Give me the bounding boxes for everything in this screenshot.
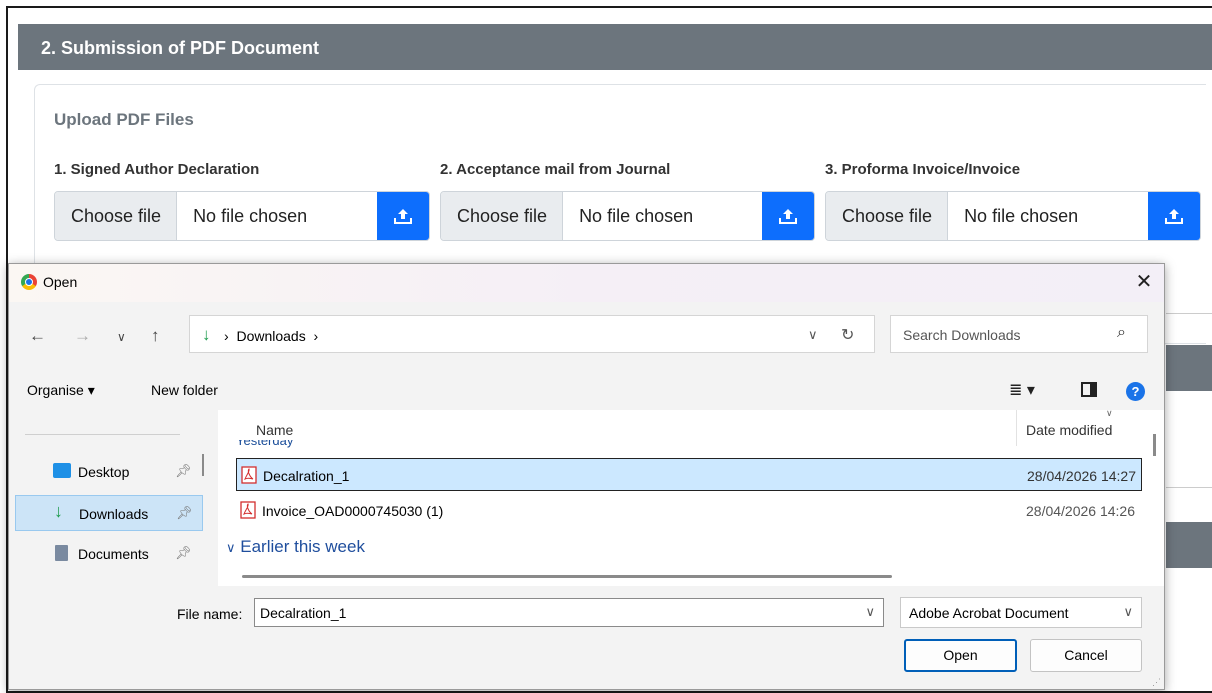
file-input-declaration[interactable]: Choose file No file chosen — [54, 191, 430, 241]
pin-icon[interactable]: 📌︎ — [176, 505, 193, 521]
organise-menu[interactable]: Organise ▾ — [27, 382, 95, 399]
file-row[interactable]: Invoice_OAD0000745030 (1) 28/04/2026 14:… — [236, 494, 1142, 527]
file-input-invoice[interactable]: Choose file No file chosen — [825, 191, 1201, 241]
column-date-modified[interactable]: Date modified — [1026, 422, 1112, 438]
group-header-partial: Yesterday — [236, 440, 294, 448]
column-header: Name ∨ Date modified — [218, 408, 1164, 446]
resize-grip-icon[interactable]: ⋰ — [1152, 677, 1161, 688]
section-header-partial — [1166, 522, 1212, 568]
file-row[interactable]: Decalration_1 28/04/2026 14:27 — [236, 458, 1142, 491]
documents-icon — [55, 545, 68, 561]
choose-file-button[interactable]: Choose file — [826, 192, 949, 240]
section-header-partial — [1166, 345, 1212, 391]
chevron-down-icon: ∨ — [226, 540, 236, 555]
search-icon: ⌕ — [1117, 324, 1126, 341]
choose-file-button[interactable]: Choose file — [55, 192, 178, 240]
preview-pane-fill — [1090, 384, 1095, 395]
file-name-label: File name: — [177, 606, 243, 622]
upload-icon — [394, 209, 412, 224]
breadcrumb-separator: › — [224, 328, 229, 344]
pdf-icon — [241, 466, 257, 484]
back-arrow-icon[interactable]: ← — [29, 326, 46, 346]
choose-file-button[interactable]: Choose file — [441, 192, 564, 240]
file-list: Name ∨ Date modified Yesterday Decalrati… — [218, 408, 1164, 586]
field-label-invoice: 3. Proforma Invoice/Invoice — [825, 161, 1021, 178]
sort-chevron-icon: ∨ — [1106, 408, 1113, 418]
breadcrumb-separator[interactable]: › — [314, 328, 319, 344]
group-label: Earlier this week — [240, 537, 365, 556]
upload-button[interactable] — [762, 192, 814, 240]
refresh-icon[interactable]: ↻ — [841, 325, 854, 345]
group-header-earlier[interactable]: ∨ Earlier this week — [226, 537, 365, 557]
file-status: No file chosen — [579, 206, 694, 226]
field-label-acceptance: 2. Acceptance mail from Journal — [440, 161, 671, 178]
column-divider[interactable] — [1016, 410, 1017, 446]
navigation-pane: Desktop 📌︎ ↓ Downloads 📌︎ Documents 📌︎ — [9, 410, 218, 586]
file-name-value: Decalration_1 — [260, 605, 347, 621]
sidebar-item-label: Documents — [78, 546, 149, 562]
open-button[interactable]: Open — [904, 639, 1017, 672]
file-status: No file chosen — [193, 206, 308, 226]
dialog-title: Open — [43, 274, 78, 290]
upload-button[interactable] — [1148, 192, 1200, 240]
section-header: 2. Submission of PDF Document — [18, 24, 1212, 70]
navigation-bar: ← → ∨ ↑ ↓ › Downloads › ∨ ↻ Search Downl… — [9, 302, 1164, 370]
help-icon[interactable]: ? — [1126, 382, 1145, 401]
up-arrow-icon[interactable]: ↑ — [151, 326, 160, 346]
divider — [1166, 487, 1212, 488]
file-status: No file chosen — [964, 206, 1079, 226]
sidebar-item-label: Desktop — [78, 464, 130, 480]
pin-icon[interactable]: 📌︎ — [175, 545, 192, 561]
preview-pane-icon[interactable] — [1081, 382, 1097, 397]
file-date: 28/04/2026 14:27 — [1027, 468, 1136, 484]
upload-button[interactable] — [377, 192, 429, 240]
download-icon: ↓ — [54, 501, 63, 521]
divider — [1166, 313, 1212, 314]
file-name: Invoice_OAD0000745030 (1) — [262, 503, 444, 519]
file-name-input[interactable]: Decalration_1 ∨ — [254, 598, 884, 627]
chevron-down-icon: ∨ — [1123, 604, 1133, 619]
horizontal-scrollbar[interactable] — [242, 575, 892, 578]
upload-icon — [779, 209, 797, 224]
dialog-toolbar: Organise ▾ New folder ≣ ▾ ? — [9, 370, 1164, 410]
close-icon[interactable]: ✕ — [1132, 270, 1156, 294]
recent-locations-icon[interactable]: ∨ — [117, 330, 126, 344]
pdf-icon — [240, 501, 256, 519]
sidebar-item-downloads[interactable]: ↓ Downloads 📌︎ — [15, 495, 203, 531]
download-icon: ↓ — [202, 325, 211, 344]
breadcrumb-downloads[interactable]: Downloads — [236, 328, 305, 344]
view-options-icon[interactable]: ≣ ▾ — [1009, 380, 1035, 400]
sidebar-item-label: Downloads — [79, 506, 149, 522]
file-type-value: Adobe Acrobat Document — [909, 605, 1069, 621]
upload-title: Upload PDF Files — [54, 110, 194, 129]
search-placeholder: Search Downloads — [903, 327, 1021, 343]
column-name[interactable]: Name — [256, 422, 293, 438]
file-date: 28/04/2026 14:26 — [1026, 503, 1135, 519]
open-file-dialog: Open ✕ ← → ∨ ↑ ↓ › Downloads › ∨ ↻ Searc… — [8, 263, 1165, 690]
field-label-declaration: 1. Signed Author Declaration — [54, 161, 260, 178]
dialog-titlebar: Open ✕ — [9, 264, 1164, 302]
cancel-button[interactable]: Cancel — [1030, 639, 1142, 672]
file-type-select[interactable]: Adobe Acrobat Document ∨ — [900, 597, 1142, 628]
desktop-icon — [53, 463, 71, 478]
file-input-acceptance[interactable]: Choose file No file chosen — [440, 191, 815, 241]
pin-icon[interactable]: 📌︎ — [175, 463, 192, 479]
new-folder-button[interactable]: New folder — [151, 382, 218, 398]
sidebar-item-desktop[interactable]: Desktop 📌︎ — [15, 454, 203, 490]
divider — [25, 434, 180, 435]
file-list-scrollbar[interactable] — [1153, 434, 1156, 456]
forward-arrow-icon[interactable]: → — [74, 326, 91, 346]
chrome-icon — [21, 274, 37, 290]
address-bar[interactable]: ↓ › Downloads › ∨ ↻ — [189, 315, 875, 353]
file-name: Decalration_1 — [263, 468, 350, 484]
dialog-footer: File name: Decalration_1 ∨ Adobe Acrobat… — [9, 586, 1164, 689]
search-input[interactable]: Search Downloads ⌕ — [890, 315, 1148, 353]
chevron-down-icon[interactable]: ∨ — [808, 327, 818, 343]
chevron-down-icon[interactable]: ∨ — [865, 604, 875, 620]
sidebar-item-documents[interactable]: Documents 📌︎ — [15, 536, 203, 572]
upload-icon — [1165, 209, 1183, 224]
